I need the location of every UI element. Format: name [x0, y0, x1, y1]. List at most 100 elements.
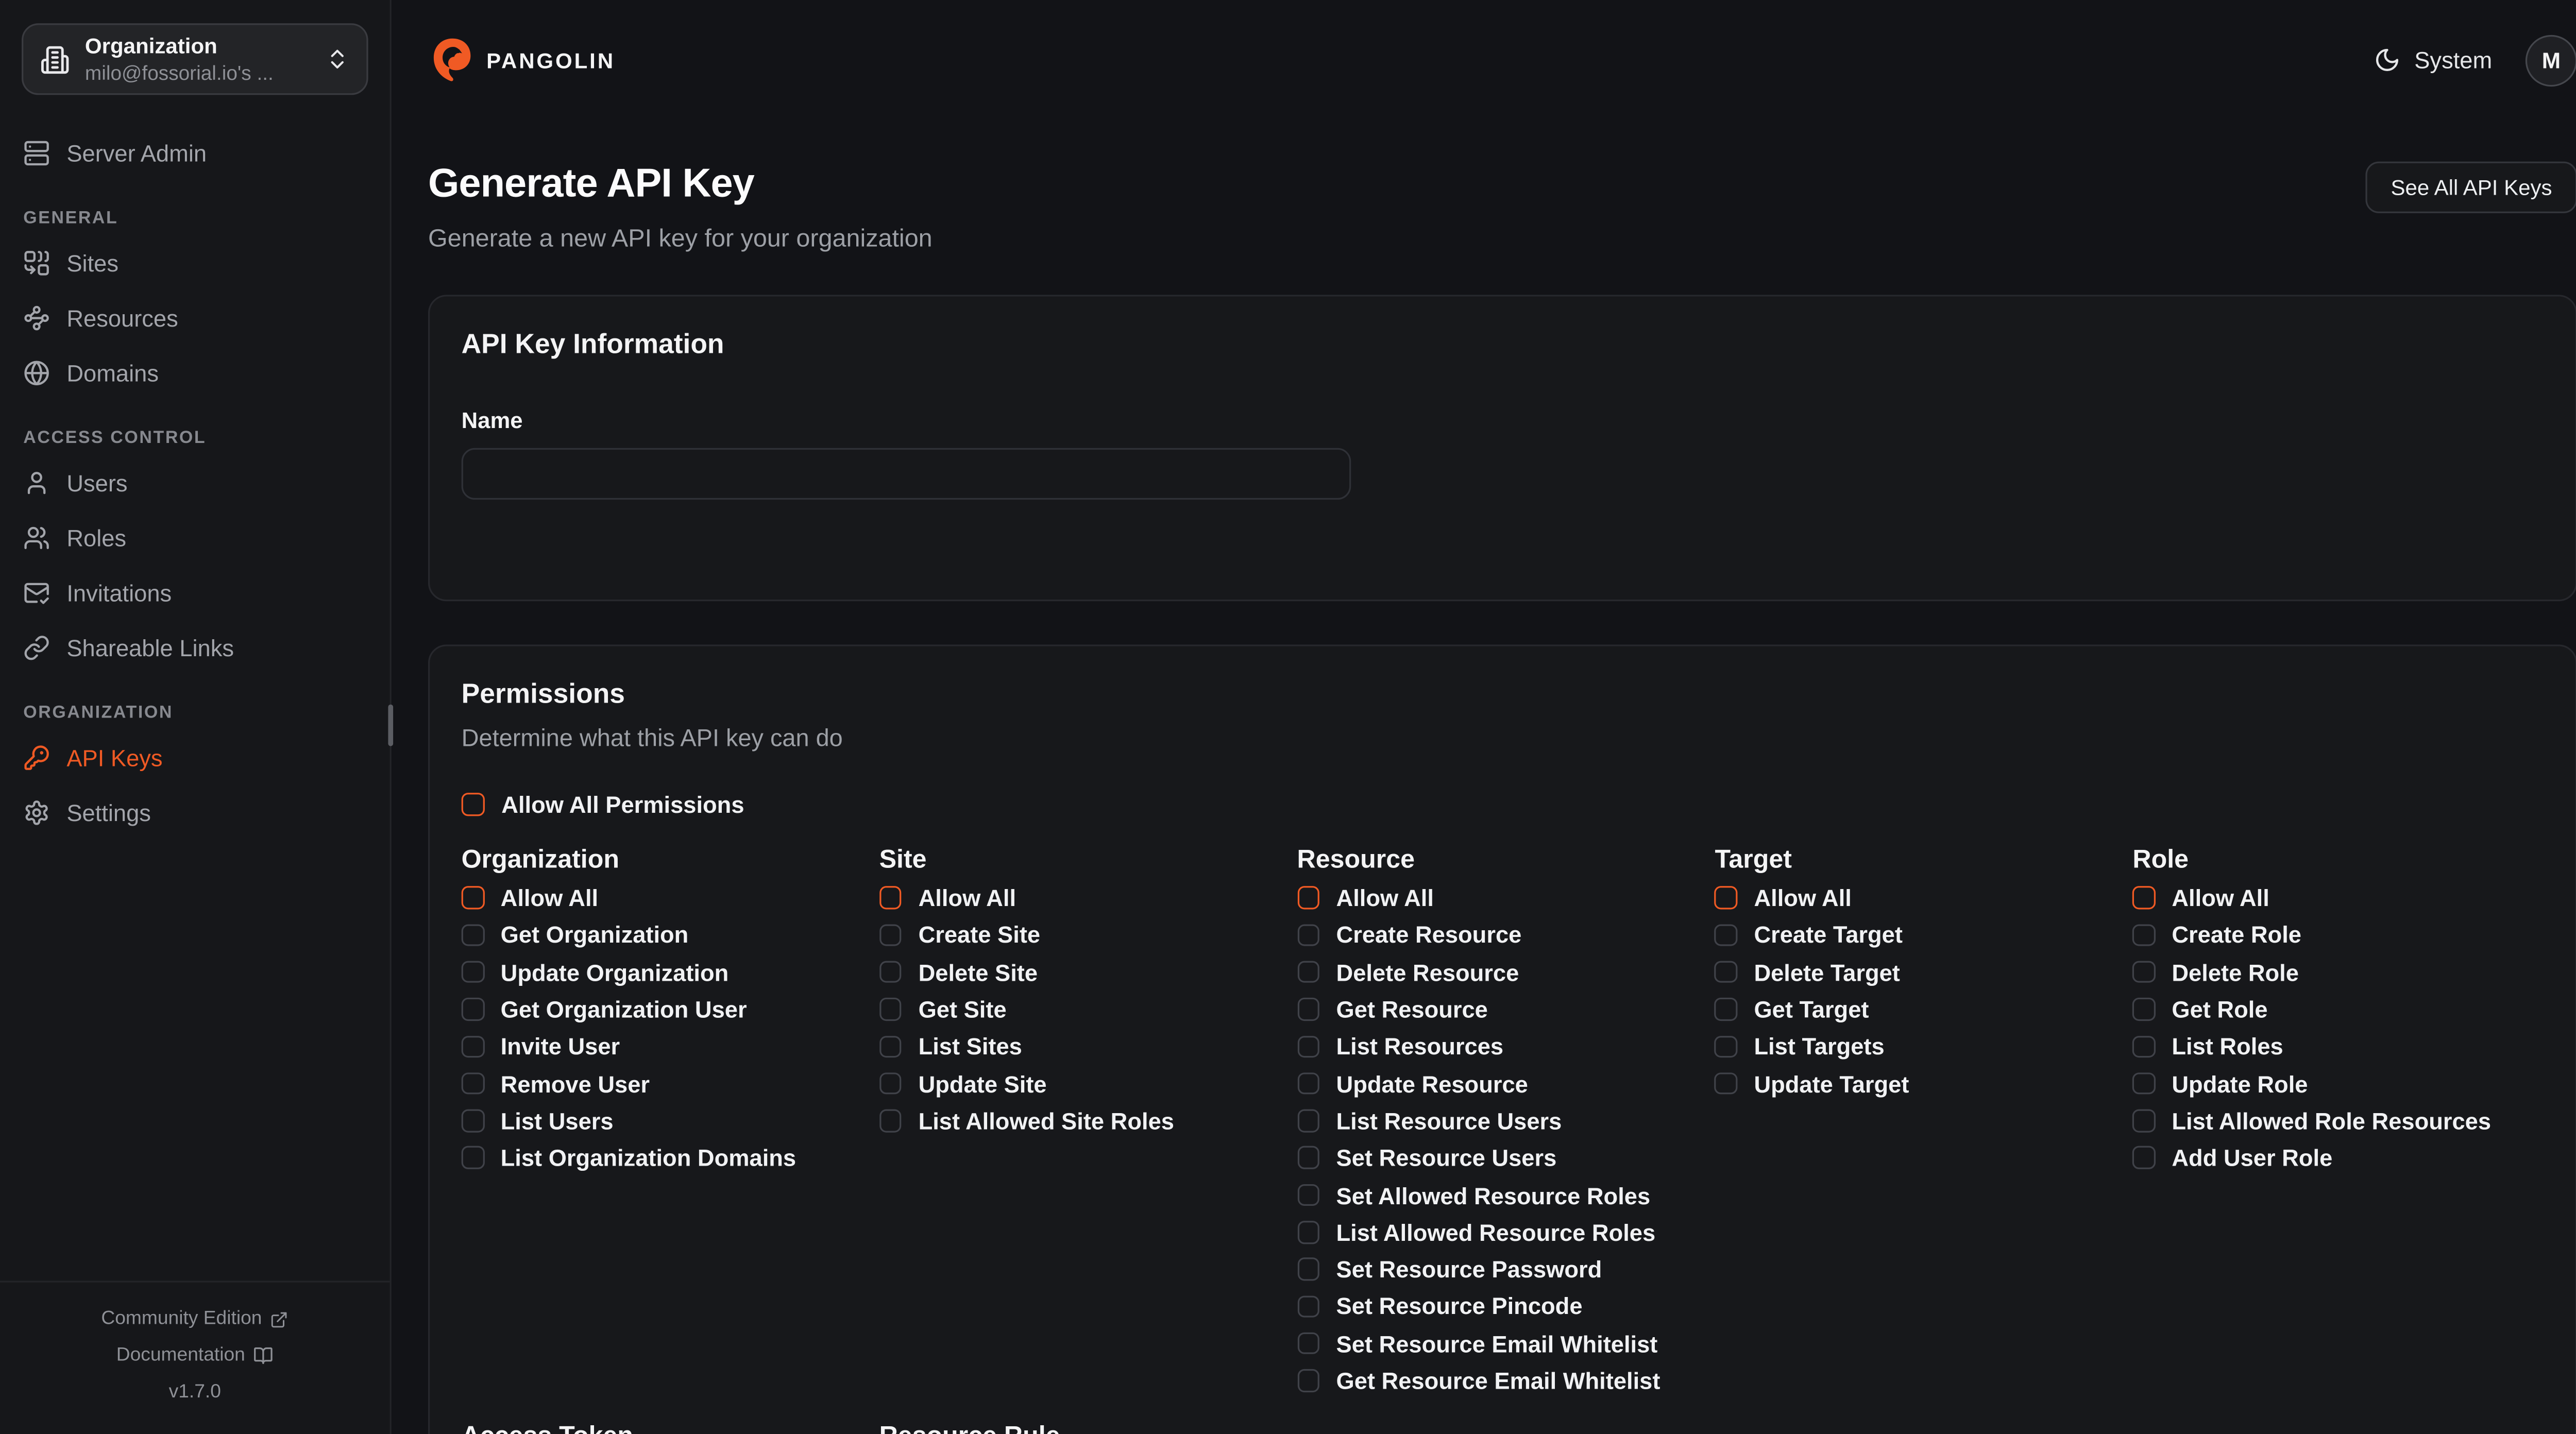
- checkbox-organization-allow-all[interactable]: [462, 886, 484, 909]
- checkbox-label[interactable]: Update Site: [919, 1070, 1047, 1097]
- checkbox-resource-get-resource[interactable]: [1297, 998, 1320, 1021]
- sidebar-item-sites[interactable]: Sites: [0, 235, 390, 290]
- checkbox-resource-list-allowed-resource-roles[interactable]: [1297, 1221, 1320, 1243]
- checkbox-label[interactable]: Set Resource Pincode: [1336, 1293, 1583, 1320]
- checkbox-label[interactable]: Allow All: [1754, 884, 1851, 911]
- checkbox-role-list-allowed-role-resources[interactable]: [2132, 1109, 2155, 1132]
- checkbox-organization-list-users[interactable]: [462, 1109, 484, 1132]
- checkbox-target-list-targets[interactable]: [1715, 1035, 1737, 1058]
- checkbox-label[interactable]: Remove User: [501, 1070, 650, 1097]
- checkbox-label[interactable]: Get Site: [919, 996, 1007, 1023]
- sidebar-item-server-admin[interactable]: Server Admin: [0, 125, 390, 180]
- checkbox-resource-set-resource-password[interactable]: [1297, 1258, 1320, 1281]
- sidebar-item-users[interactable]: Users: [0, 455, 390, 510]
- checkbox-site-allow-all[interactable]: [879, 886, 902, 909]
- checkbox-resource-set-resource-email-whitelist[interactable]: [1297, 1333, 1320, 1355]
- checkbox-label[interactable]: Invite User: [501, 1033, 620, 1060]
- checkbox-target-delete-target[interactable]: [1715, 961, 1737, 984]
- documentation-link[interactable]: Documentation: [0, 1337, 390, 1374]
- sidebar-scrollbar-thumb[interactable]: [388, 705, 393, 746]
- checkbox-target-update-target[interactable]: [1715, 1072, 1737, 1095]
- checkbox-label[interactable]: Get Role: [2172, 996, 2267, 1023]
- checkbox-label[interactable]: List Roles: [2172, 1033, 2283, 1060]
- sidebar-item-resources[interactable]: Resources: [0, 290, 390, 345]
- checkbox-resource-set-resource-users[interactable]: [1297, 1147, 1320, 1169]
- org-selector[interactable]: Organization milo@fossorial.io's ...: [22, 23, 368, 95]
- checkbox-label[interactable]: List Allowed Site Roles: [919, 1107, 1174, 1134]
- checkbox-label[interactable]: Allow All: [1336, 884, 1434, 911]
- checkbox-label[interactable]: Get Organization User: [501, 996, 747, 1023]
- checkbox-label[interactable]: List Resources: [1336, 1033, 1504, 1060]
- checkbox-site-get-site[interactable]: [879, 998, 902, 1021]
- checkbox-label[interactable]: List Resource Users: [1336, 1107, 1562, 1134]
- checkbox-resource-list-resources[interactable]: [1297, 1035, 1320, 1058]
- name-input[interactable]: [462, 448, 1351, 500]
- checkbox-label[interactable]: Delete Site: [919, 959, 1038, 986]
- checkbox-label[interactable]: Set Allowed Resource Roles: [1336, 1182, 1651, 1208]
- checkbox-label[interactable]: Allow All: [2172, 884, 2269, 911]
- checkbox-role-allow-all[interactable]: [2132, 886, 2155, 909]
- community-edition-link[interactable]: Community Edition: [0, 1301, 390, 1337]
- checkbox-label[interactable]: Get Resource Email Whitelist: [1336, 1368, 1660, 1394]
- checkbox-label[interactable]: Update Target: [1754, 1070, 1909, 1097]
- checkbox-label[interactable]: List Allowed Role Resources: [2172, 1107, 2491, 1134]
- checkbox-label[interactable]: Allow All: [501, 884, 598, 911]
- checkbox-label[interactable]: Get Organization: [501, 921, 689, 948]
- checkbox-label[interactable]: Delete Resource: [1336, 959, 1519, 986]
- sidebar-item-invitations[interactable]: Invitations: [0, 565, 390, 620]
- checkbox-label[interactable]: List Sites: [919, 1033, 1022, 1060]
- checkbox-site-delete-site[interactable]: [879, 961, 902, 984]
- checkbox-label[interactable]: List Users: [501, 1107, 614, 1134]
- checkbox-resource-set-resource-pincode[interactable]: [1297, 1295, 1320, 1318]
- checkbox-label[interactable]: Create Target: [1754, 921, 1902, 948]
- checkbox-organization-invite-user[interactable]: [462, 1035, 484, 1058]
- checkbox-target-allow-all[interactable]: [1715, 886, 1737, 909]
- checkbox-role-add-user-role[interactable]: [2132, 1147, 2155, 1169]
- checkbox-role-update-role[interactable]: [2132, 1072, 2155, 1095]
- checkbox-resource-delete-resource[interactable]: [1297, 961, 1320, 984]
- checkbox-resource-allow-all[interactable]: [1297, 886, 1320, 909]
- checkbox-site-list-allowed-site-roles[interactable]: [879, 1109, 902, 1132]
- checkbox-label[interactable]: Update Resource: [1336, 1070, 1528, 1097]
- checkbox-site-create-site[interactable]: [879, 924, 902, 947]
- checkbox-role-list-roles[interactable]: [2132, 1035, 2155, 1058]
- checkbox-label[interactable]: Get Target: [1754, 996, 1869, 1023]
- sidebar-item-settings[interactable]: Settings: [0, 784, 390, 840]
- checkbox-label[interactable]: Allow All: [919, 884, 1016, 911]
- checkbox-role-create-role[interactable]: [2132, 924, 2155, 947]
- checkbox-target-get-target[interactable]: [1715, 998, 1737, 1021]
- checkbox-label[interactable]: Set Resource Password: [1336, 1256, 1602, 1283]
- checkbox-label[interactable]: List Targets: [1754, 1033, 1884, 1060]
- see-all-api-keys-button[interactable]: See All API Keys: [2366, 162, 2576, 213]
- checkbox-site-update-site[interactable]: [879, 1072, 902, 1095]
- checkbox-target-create-target[interactable]: [1715, 924, 1737, 947]
- sidebar-item-domains[interactable]: Domains: [0, 345, 390, 400]
- checkbox-organization-get-organization[interactable]: [462, 924, 484, 947]
- brand-logo[interactable]: PANGOLIN: [428, 37, 615, 83]
- checkbox-resource-update-resource[interactable]: [1297, 1072, 1320, 1095]
- checkbox-label[interactable]: Set Resource Users: [1336, 1145, 1557, 1171]
- checkbox-label[interactable]: Delete Target: [1754, 959, 1900, 986]
- checkbox-label[interactable]: List Allowed Resource Roles: [1336, 1219, 1656, 1245]
- sidebar-item-api-keys[interactable]: API Keys: [0, 729, 390, 784]
- avatar[interactable]: M: [2526, 34, 2576, 86]
- sidebar-item-shareable-links[interactable]: Shareable Links: [0, 620, 390, 675]
- allow-all-permissions-checkbox[interactable]: [462, 793, 485, 816]
- theme-toggle[interactable]: System: [2375, 47, 2493, 74]
- checkbox-organization-get-organization-user[interactable]: [462, 998, 484, 1021]
- checkbox-label[interactable]: Create Resource: [1336, 921, 1522, 948]
- checkbox-organization-list-organization-domains[interactable]: [462, 1147, 484, 1169]
- checkbox-label[interactable]: Set Resource Email Whitelist: [1336, 1330, 1658, 1357]
- checkbox-role-get-role[interactable]: [2132, 998, 2155, 1021]
- checkbox-resource-create-resource[interactable]: [1297, 924, 1320, 947]
- checkbox-organization-update-organization[interactable]: [462, 961, 484, 984]
- checkbox-resource-set-allowed-resource-roles[interactable]: [1297, 1184, 1320, 1206]
- checkbox-organization-remove-user[interactable]: [462, 1072, 484, 1095]
- checkbox-label[interactable]: List Organization Domains: [501, 1145, 796, 1171]
- checkbox-label[interactable]: Add User Role: [2172, 1145, 2332, 1171]
- checkbox-label[interactable]: Get Resource: [1336, 996, 1488, 1023]
- checkbox-role-delete-role[interactable]: [2132, 961, 2155, 984]
- checkbox-resource-get-resource-email-whitelist[interactable]: [1297, 1370, 1320, 1392]
- allow-all-permissions-label[interactable]: Allow All Permissions: [501, 791, 744, 818]
- checkbox-resource-list-resource-users[interactable]: [1297, 1109, 1320, 1132]
